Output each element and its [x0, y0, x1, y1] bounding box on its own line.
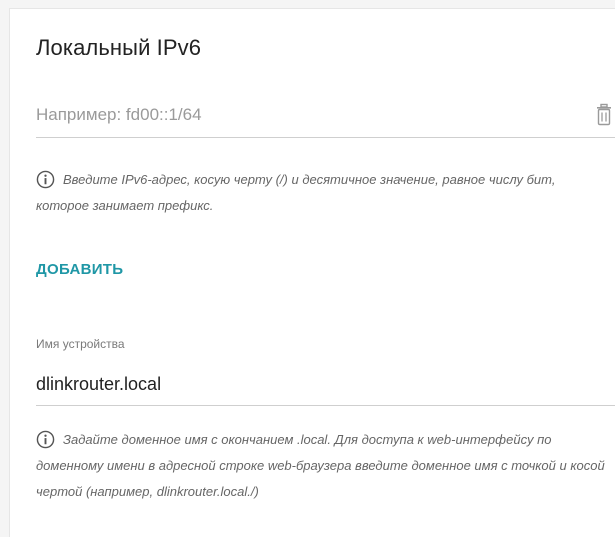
settings-card: Локальный IPv6 Введите IPv6-адрес, косую… — [9, 8, 615, 537]
device-name-hint: Задайте доменное имя с окончанием .local… — [36, 427, 606, 505]
device-name-label: Имя устройства — [36, 337, 125, 351]
trash-icon[interactable] — [593, 103, 615, 127]
info-circle-icon — [36, 430, 55, 449]
device-name-hint-text: Задайте доменное имя с окончанием .local… — [36, 432, 605, 499]
ipv6-input[interactable] — [36, 101, 556, 129]
info-circle-icon — [36, 170, 55, 189]
ipv6-hint-text: Введите IPv6-адрес, косую черту (/) и де… — [36, 172, 556, 213]
ipv6-field — [36, 95, 615, 138]
section-title: Локальный IPv6 — [36, 35, 202, 60]
add-button[interactable]: ДОБАВИТЬ — [36, 261, 123, 278]
ipv6-hint: Введите IPv6-адрес, косую черту (/) и де… — [36, 167, 606, 219]
device-name-input[interactable] — [36, 371, 596, 397]
device-name-field — [36, 359, 615, 406]
